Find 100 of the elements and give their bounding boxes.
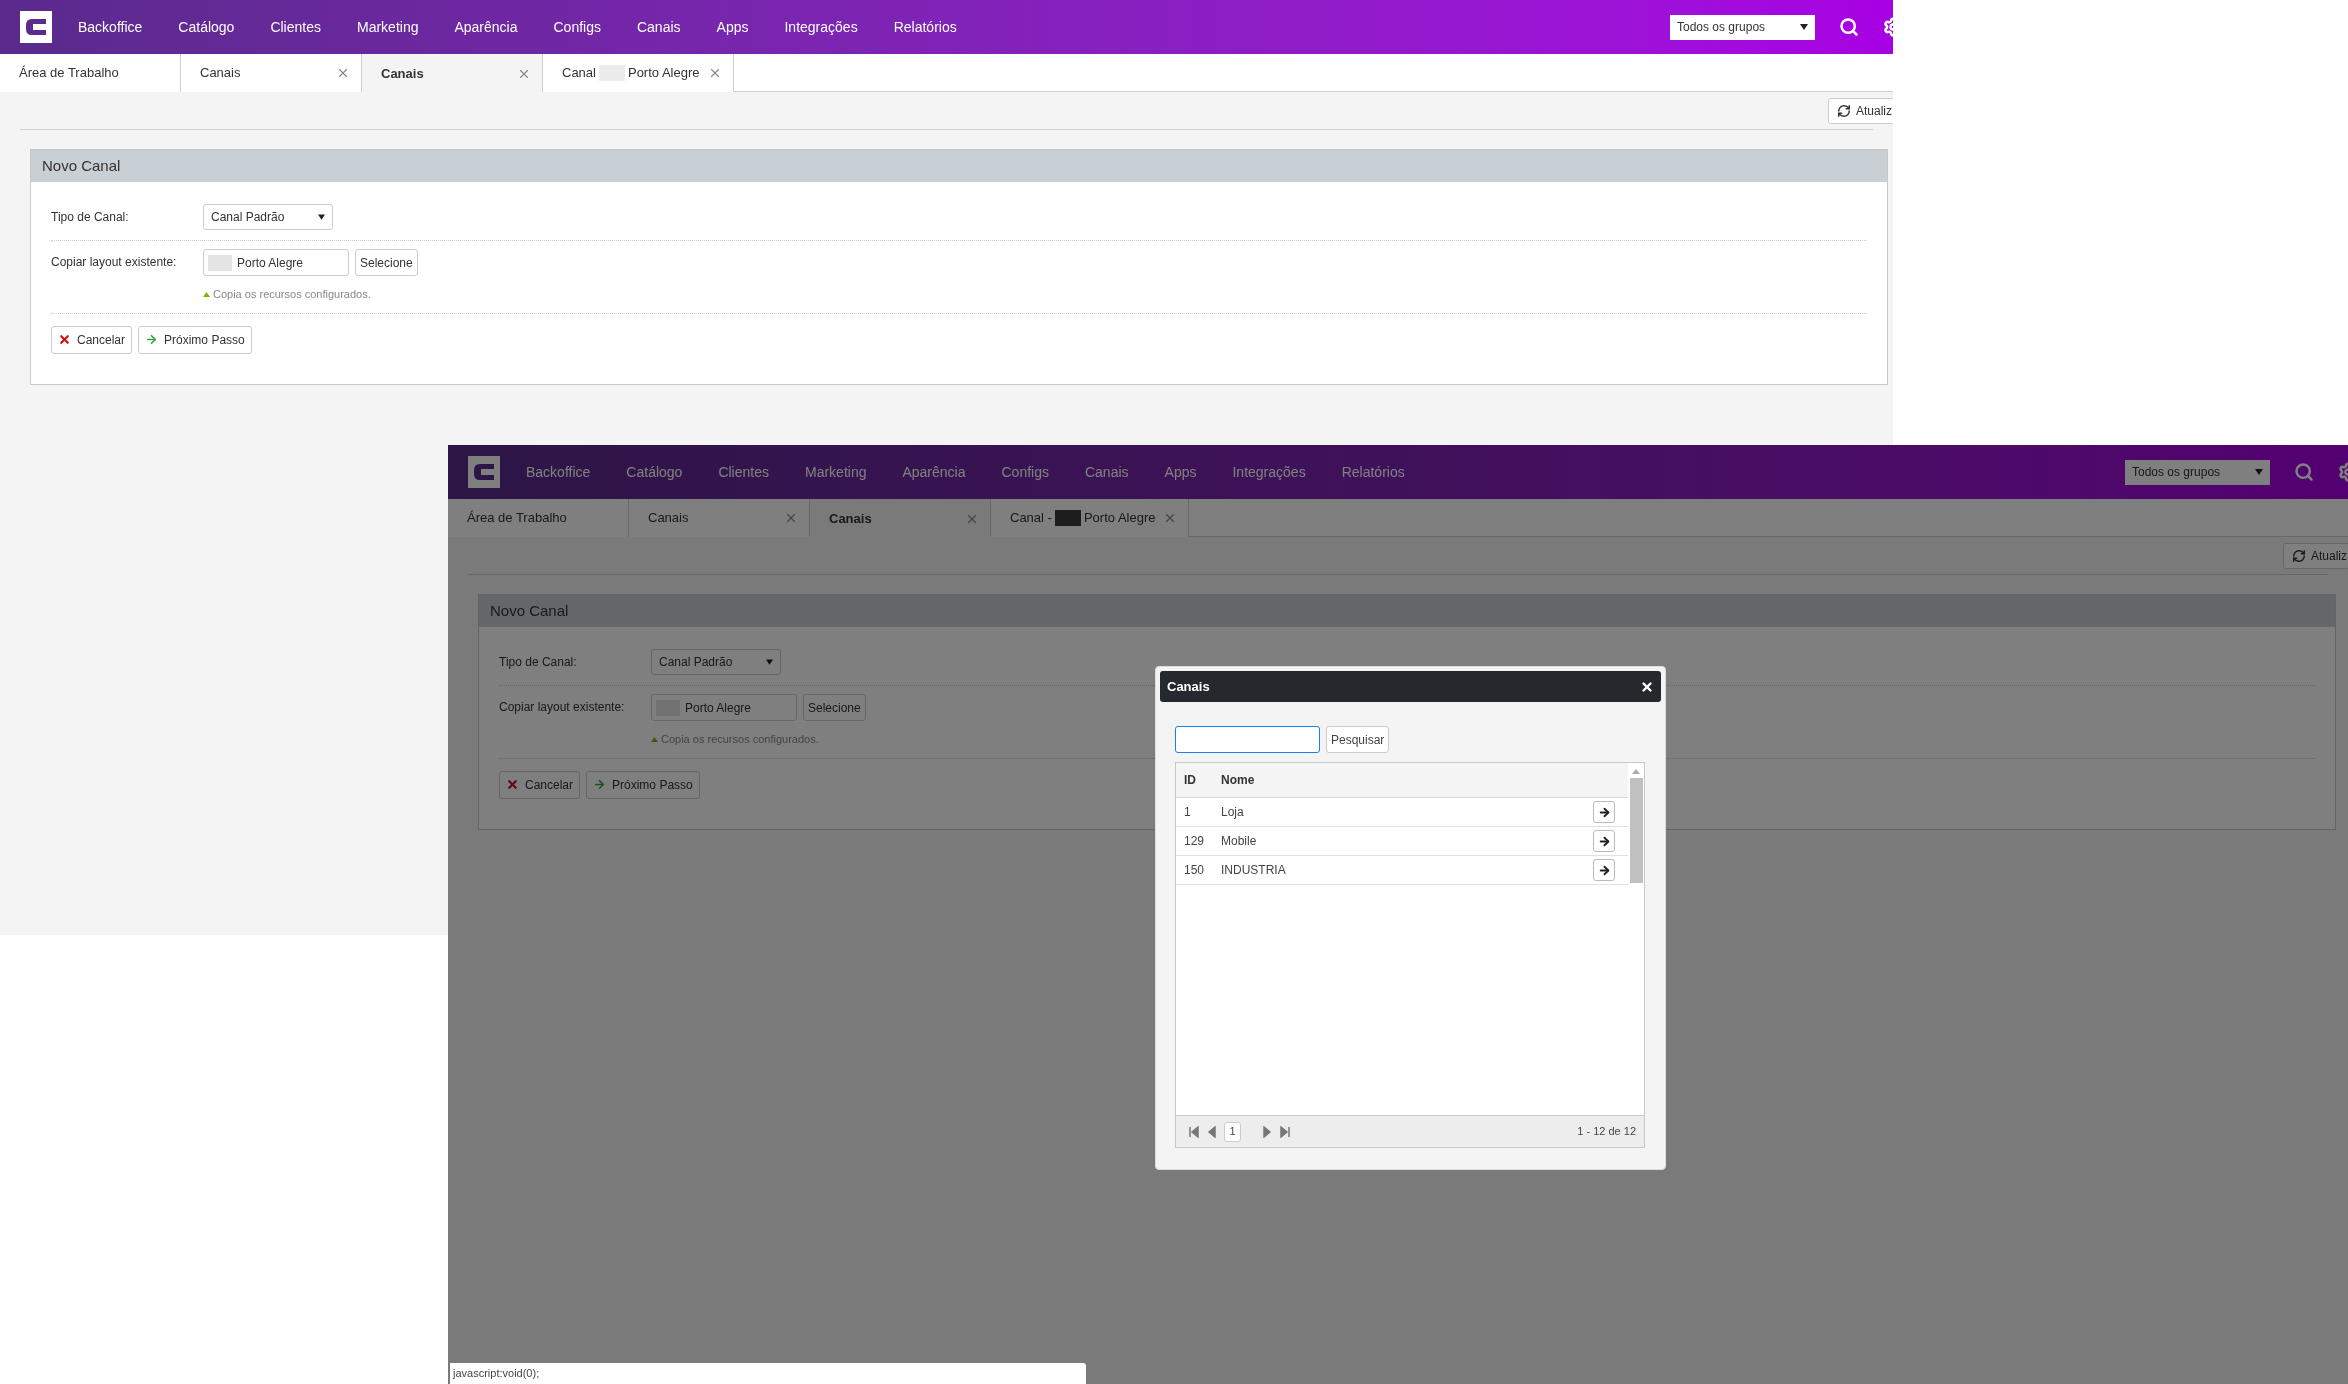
tab[interactable]: Área de Trabalho (0, 54, 181, 92)
tab-label: Canal (562, 64, 596, 83)
nav-link[interactable]: Apps (716, 16, 749, 38)
panel-header: Novo Canal (31, 150, 1887, 182)
arrow-right-icon (145, 333, 159, 346)
group-select[interactable]: Todos os grupos (1670, 14, 1815, 40)
refresh-button[interactable]: Atualiz (1827, 97, 1893, 124)
table-cell-text: Mobile (1221, 833, 1258, 850)
arrow-right-icon (593, 778, 607, 791)
table-cell-text: 129 (1183, 833, 1206, 850)
logo-icon (20, 11, 52, 43)
redacted-block (1054, 510, 1081, 526)
next-step-button[interactable]: Próximo Passo (138, 325, 252, 354)
search-icon[interactable] (2294, 462, 2314, 482)
nav-link[interactable]: Catálogo (178, 16, 235, 38)
nav-link[interactable]: Integrações (784, 16, 858, 38)
status-bar: javascript:void(0); (450, 1363, 1086, 1384)
table-cell-text: 150 (1183, 862, 1206, 879)
next-page-icon[interactable] (1261, 1125, 1273, 1138)
close-icon[interactable] (1640, 679, 1654, 694)
table-row[interactable]: 150 INDUSTRIA (1176, 856, 1628, 885)
nav-link[interactable]: Marketing (357, 16, 419, 38)
nav-link[interactable]: Aparência (902, 461, 966, 483)
group-select[interactable]: Todos os grupos (2125, 459, 2270, 485)
last-page-icon[interactable] (1279, 1125, 1291, 1138)
arrow-right-icon (1597, 805, 1611, 819)
previous-page-icon[interactable] (1206, 1125, 1218, 1138)
dropdown-caret-icon (2255, 469, 2263, 475)
refresh-icon (1836, 103, 1851, 118)
tab[interactable]: Canais (181, 54, 362, 92)
tab[interactable]: Canal - Porto Alegre (991, 499, 1190, 537)
arrow-right-icon (1597, 834, 1611, 848)
dropdown-caret-icon (318, 214, 325, 220)
nav-link[interactable]: Relatórios (1341, 461, 1405, 483)
arrow-right-icon (1597, 863, 1611, 877)
cancel-button[interactable]: Cancelar (51, 325, 133, 354)
scrollbar-thumb[interactable] (1629, 778, 1643, 883)
nav-link[interactable]: Canais (636, 16, 681, 38)
nav-link[interactable]: Integrações (1232, 461, 1306, 483)
channel-type-select[interactable]: Canal Padrão (203, 204, 333, 230)
tab[interactable]: Canais (362, 54, 543, 93)
field-value: Porto Alegre (685, 699, 752, 717)
nav-link[interactable]: Catálogo (626, 461, 683, 483)
nav-link[interactable]: Backoffice (78, 16, 143, 38)
hint-triangle-icon (203, 291, 210, 297)
layout-input-field[interactable]: Porto Alegre (651, 694, 797, 721)
field-label: Tipo de Canal: (499, 654, 578, 671)
column-header[interactable]: Nome (1221, 771, 1255, 789)
cancel-button[interactable]: Cancelar (499, 770, 581, 799)
refresh-button[interactable]: Atualiz (2282, 542, 2348, 569)
nav-link[interactable]: Relatórios (893, 16, 957, 38)
search-icon[interactable] (1839, 17, 1859, 37)
column-header[interactable]: ID (1176, 771, 1221, 789)
tab-label: Área de Trabalho (19, 64, 119, 83)
tab-label: Canais (200, 64, 241, 83)
table-cell-text: INDUSTRIA (1221, 862, 1287, 879)
tab[interactable]: Canais (629, 499, 810, 537)
dialog-title: Canais (1167, 677, 1210, 696)
hint-triangle-icon (651, 736, 658, 742)
nav-link[interactable]: Canais (1084, 461, 1129, 483)
table-row[interactable]: 129 Mobile (1176, 827, 1628, 856)
tab-label: Porto Alegre (627, 64, 700, 83)
nav-link[interactable]: Backoffice (526, 461, 591, 483)
cancel-icon (506, 778, 519, 791)
tab[interactable]: Canal Porto Alegre (543, 54, 734, 92)
nav-link[interactable]: Aparência (454, 16, 518, 38)
nav-link[interactable]: Clientes (270, 16, 321, 38)
redacted-block (208, 254, 232, 271)
table-cell-text: 1 (1183, 804, 1192, 821)
select-row-button[interactable] (1593, 830, 1615, 852)
select-row-button[interactable] (1593, 801, 1615, 823)
field-label: Tipo de Canal: (51, 209, 130, 226)
panel-header: Novo Canal (479, 595, 2335, 627)
nav-link[interactable]: Apps (1164, 461, 1197, 483)
nav-link[interactable]: Marketing (805, 461, 867, 483)
tab-label: Área de Trabalho (467, 509, 567, 528)
search-button[interactable]: Pesquisar (1326, 726, 1390, 753)
select-button[interactable]: Selecione (803, 694, 866, 721)
nav-link[interactable]: Configs (553, 16, 601, 38)
logo-icon (468, 456, 500, 488)
table-row[interactable]: 1 Loja (1176, 798, 1628, 827)
nav-link[interactable]: Clientes (718, 461, 769, 483)
tab-label: Porto Alegre (1083, 509, 1156, 528)
channel-type-select[interactable]: Canal Padrão (651, 649, 781, 675)
dropdown-caret-icon (1800, 24, 1808, 30)
next-step-button[interactable]: Próximo Passo (586, 770, 700, 799)
page-number[interactable]: 1 (1224, 1121, 1241, 1142)
tab[interactable]: Canais (810, 499, 991, 538)
table-cell-text: Loja (1221, 804, 1245, 821)
refresh-icon (2291, 548, 2306, 563)
select-button[interactable]: Selecione (355, 249, 418, 276)
tab-label: Canal - (1010, 509, 1052, 528)
layout-input-field[interactable]: Porto Alegre (203, 249, 349, 276)
dropdown-caret-icon (766, 659, 773, 665)
nav-link[interactable]: Configs (1001, 461, 1049, 483)
search-input-field[interactable] (1175, 726, 1320, 753)
tab-label: Canais (381, 64, 424, 83)
scroll-up-icon[interactable] (1632, 769, 1640, 774)
select-row-button[interactable] (1593, 859, 1615, 881)
first-page-icon[interactable] (1188, 1125, 1200, 1138)
